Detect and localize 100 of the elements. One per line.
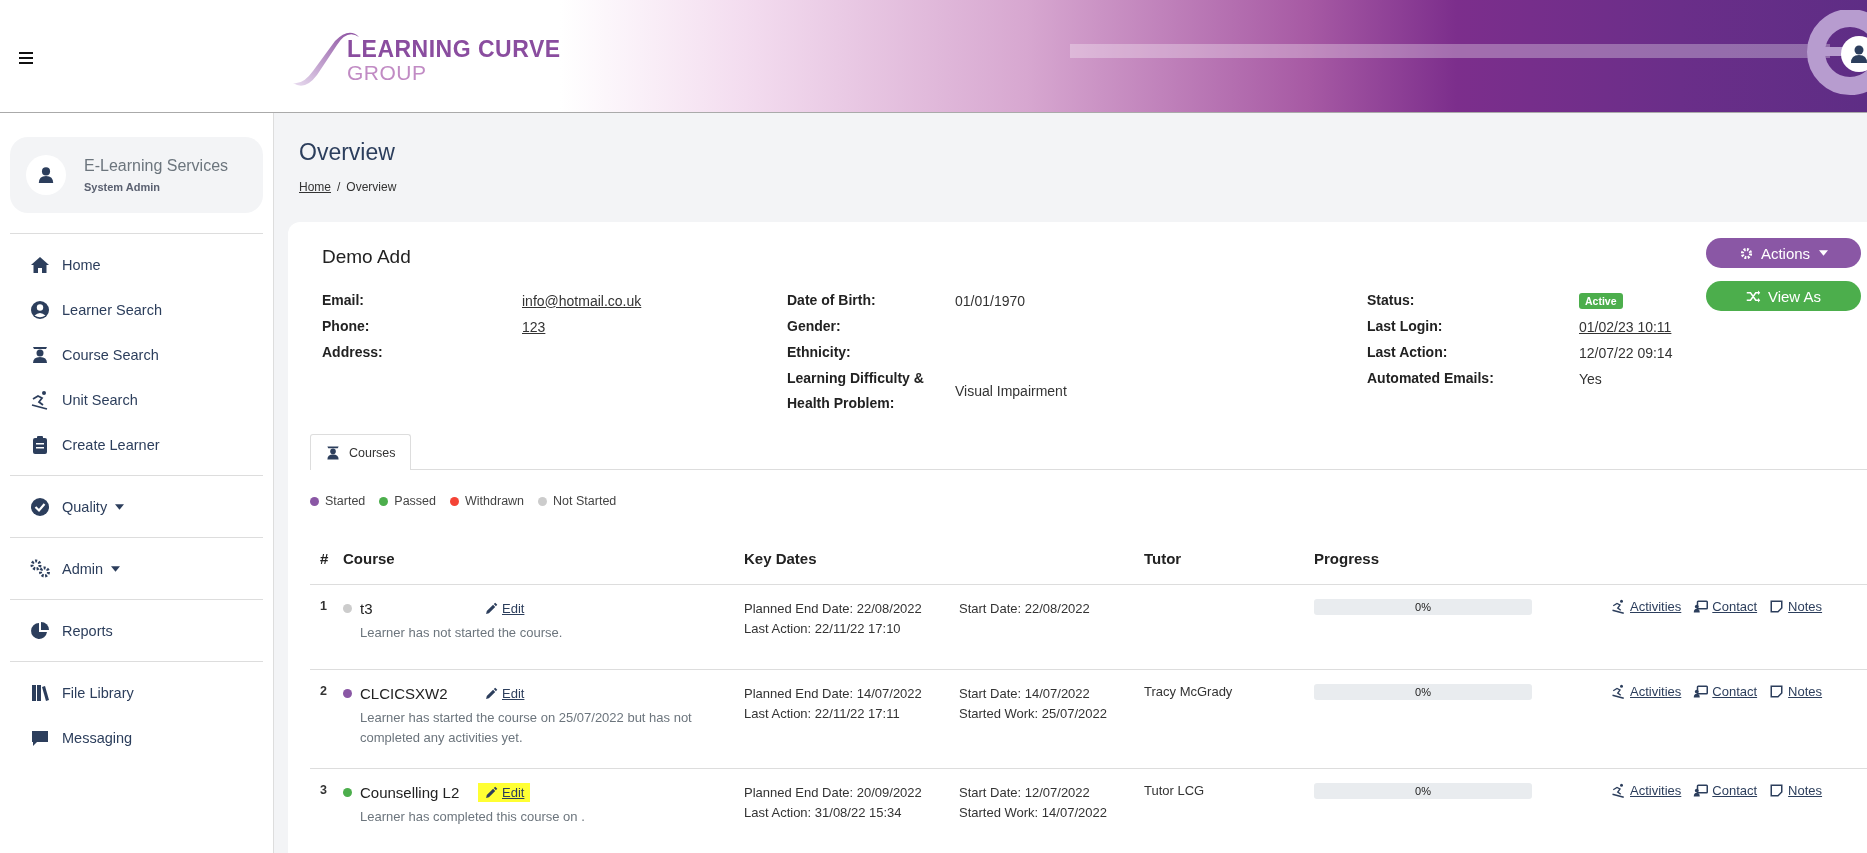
date-text: Planned End Date: 22/08/2022 <box>744 600 923 618</box>
notes-link[interactable]: Notes <box>1769 684 1823 699</box>
legend-label: Passed <box>394 494 436 508</box>
field-label: Last Action: <box>1367 343 1449 362</box>
sidebar-item[interactable]: Learner Search <box>10 287 263 332</box>
legend-label: Started <box>325 494 366 508</box>
date-text: Started Work: 14/07/2022 <box>959 804 1108 822</box>
course-status-text: Learner has not started the course. <box>359 624 564 642</box>
row-number: 3 <box>310 769 343 853</box>
contact-link[interactable]: Contact <box>1693 684 1758 699</box>
user-icon <box>37 166 55 184</box>
date-text: Planned End Date: 20/09/2022 <box>744 784 923 802</box>
edit-link[interactable]: Edit <box>478 684 531 703</box>
edit-link[interactable]: Edit <box>478 783 531 802</box>
page-title: Overview <box>299 139 396 166</box>
course-status-text: Learner has completed this course on . <box>359 808 586 826</box>
notes-link[interactable]: Notes <box>1769 599 1823 614</box>
progress-label: 0% <box>1415 686 1431 698</box>
actions-button[interactable]: Actions <box>1706 238 1861 268</box>
tutor-name: Tutor LCG <box>1144 783 1205 798</box>
activities-link[interactable]: Activities <box>1611 783 1682 798</box>
settings-icon <box>1738 245 1754 261</box>
column-header: Key Dates <box>744 536 1144 585</box>
learner-name: Demo Add <box>322 246 412 268</box>
sidebar-item[interactable]: Course Search <box>10 332 263 377</box>
skier-icon <box>30 389 50 410</box>
presenter-icon <box>1693 783 1709 798</box>
skier-icon <box>1611 783 1626 798</box>
profile-name: E-Learning Services <box>84 157 229 175</box>
pencil-icon <box>484 785 498 800</box>
sidebar-item[interactable]: Home <box>10 242 263 287</box>
user-avatar-button[interactable] <box>1841 36 1867 72</box>
column-header: Progress <box>1314 536 1532 585</box>
caret-icon <box>1819 250 1829 256</box>
courses-tab[interactable]: Courses <box>310 434 411 470</box>
notes-link[interactable]: Notes <box>1769 783 1823 798</box>
progress-label: 0% <box>1415 785 1431 797</box>
activities-link[interactable]: Activities <box>1611 684 1682 699</box>
sidebar-item[interactable]: Create Learner <box>10 422 263 467</box>
column-header: Tutor <box>1144 536 1314 585</box>
field-label: Phone: <box>322 317 371 336</box>
course-name: CLCICSXW2 <box>360 685 449 702</box>
pencil-icon <box>484 686 498 701</box>
sidebar-item[interactable]: Unit Search <box>10 377 263 422</box>
date-text: Planned End Date: 14/07/2022 <box>744 685 923 703</box>
date-text: Last Action: 31/08/22 15:34 <box>744 804 903 822</box>
course-name: t3 <box>360 600 374 617</box>
note-icon <box>1769 783 1785 798</box>
check-circle-icon <box>30 496 50 517</box>
column-header: # <box>310 536 343 585</box>
logo-title: LEARNING CURVE <box>347 36 561 62</box>
legend-label: Withdrawn <box>465 494 525 508</box>
skier-icon <box>1611 684 1626 699</box>
date-text: Start Date: 12/07/2022 <box>959 784 1091 802</box>
course-status-text: Learner has started the course on 25/07/2022 but has not completed any activities yet. <box>359 709 693 747</box>
field-link[interactable]: info@hotmail.co.uk <box>522 292 787 309</box>
field-link[interactable]: 01/02/23 10:11 <box>1579 318 1704 335</box>
status-badge: Active <box>1579 292 1623 309</box>
skier-icon <box>1611 599 1626 614</box>
progress-label: 0% <box>1415 601 1431 613</box>
sidebar-item[interactable]: Admin <box>10 546 263 591</box>
presenter-icon <box>1693 599 1709 614</box>
field-label: Automated Emails: <box>1367 369 1495 388</box>
date-text: Last Action: 22/11/22 17:10 <box>744 620 902 638</box>
course-name: Counselling L2 <box>360 784 461 801</box>
contact-link[interactable]: Contact <box>1693 783 1758 798</box>
sidebar-item[interactable]: Reports <box>10 608 263 653</box>
field-label: Gender: <box>787 317 842 336</box>
shuffle-icon <box>1745 288 1761 304</box>
breadcrumb-current: Overview <box>346 180 397 194</box>
gears-icon <box>30 558 50 579</box>
logo-subtitle: GROUP <box>347 62 428 84</box>
row-number: 1 <box>310 585 343 670</box>
sidebar-item[interactable]: Messaging <box>10 715 263 760</box>
graduate-icon <box>30 344 50 365</box>
profile-role: System Admin <box>84 181 161 193</box>
sidebar-item[interactable]: File Library <box>10 670 263 715</box>
field-label: Email: <box>322 291 365 310</box>
date-text: Start Date: 22/08/2022 <box>959 600 1091 618</box>
field-label: Status: <box>1367 291 1416 310</box>
contact-link[interactable]: Contact <box>1693 599 1758 614</box>
field-label: Last Login: <box>1367 317 1444 336</box>
user-icon <box>1849 44 1867 64</box>
activities-link[interactable]: Activities <box>1611 599 1682 614</box>
sidebar-item[interactable]: Quality <box>10 484 263 529</box>
breadcrumb-separator: / <box>337 180 341 194</box>
breadcrumb-link[interactable]: Home <box>299 180 331 194</box>
clipboard-icon <box>30 434 50 455</box>
field-link[interactable]: 123 <box>522 318 787 335</box>
field-value: 01/01/1970 <box>955 292 1027 309</box>
note-icon <box>1769 684 1785 699</box>
date-text: Started Work: 25/07/2022 <box>959 705 1108 723</box>
field-value: Visual Impairment <box>955 383 1068 399</box>
field-value: Yes <box>1579 370 1603 387</box>
menu-icon <box>19 51 33 64</box>
person-icon <box>30 299 50 320</box>
edit-link[interactable]: Edit <box>478 599 531 618</box>
column-header: Course <box>343 536 744 585</box>
presenter-icon <box>1693 684 1709 699</box>
field-label: Learning Difficulty & Health Problem: <box>787 369 925 413</box>
